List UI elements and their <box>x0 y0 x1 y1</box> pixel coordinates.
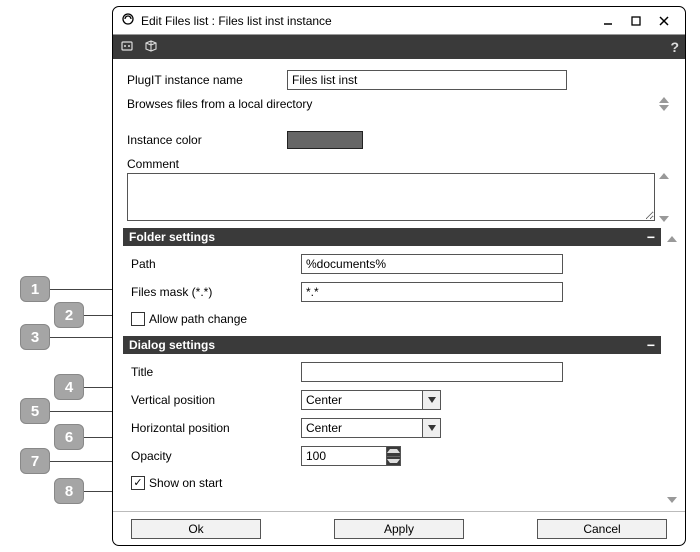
vertical-position-value: Center <box>306 393 342 407</box>
ok-button[interactable]: Ok <box>131 519 261 539</box>
path-label: Path <box>131 257 301 271</box>
titlebar[interactable]: Edit Files list : Files list inst instan… <box>113 7 685 35</box>
allow-path-change-label: Allow path change <box>149 312 247 326</box>
opacity-label: Opacity <box>131 449 301 463</box>
show-on-start-checkbox[interactable]: ✓ <box>131 476 145 490</box>
folder-settings-header[interactable]: Folder settings − <box>123 228 661 246</box>
collapse-icon[interactable]: − <box>647 229 655 245</box>
vertical-position-select[interactable]: Center <box>301 390 441 410</box>
folder-settings-title: Folder settings <box>129 230 647 244</box>
vertical-position-label: Vertical position <box>131 393 301 407</box>
panel-scroll-down-icon[interactable] <box>667 497 677 503</box>
folder-settings-panel: Path Files mask (*.*) Allow path change <box>123 246 661 336</box>
callout-8: 8 <box>54 478 84 504</box>
package-icon[interactable] <box>143 38 159 57</box>
callout-4: 4 <box>54 374 84 400</box>
comment-label: Comment <box>127 157 287 171</box>
maximize-button[interactable] <box>623 12 649 30</box>
comment-scroll-up-icon[interactable] <box>659 173 669 179</box>
path-input[interactable] <box>301 254 563 274</box>
callout-5: 5 <box>20 398 50 424</box>
callout-1: 1 <box>20 276 50 302</box>
robot-icon[interactable] <box>119 38 135 57</box>
dialog-settings-header[interactable]: Dialog settings − <box>123 336 661 354</box>
close-button[interactable] <box>651 12 677 30</box>
general-panel: PlugIT instance name Browses files from … <box>113 59 685 228</box>
chevron-down-icon <box>422 391 440 409</box>
plugit-name-input[interactable] <box>287 70 567 90</box>
desc-scroll-down-icon[interactable] <box>659 105 669 111</box>
instance-color-label: Instance color <box>127 133 287 147</box>
files-mask-input[interactable] <box>301 282 563 302</box>
opacity-spinner[interactable]: 100 <box>301 446 401 466</box>
show-on-start-label: Show on start <box>149 476 222 490</box>
desc-scroll-up-icon[interactable] <box>659 97 669 103</box>
minimize-button[interactable] <box>595 12 621 30</box>
instance-color-swatch[interactable] <box>287 131 363 149</box>
dialog-settings-title: Dialog settings <box>129 338 647 352</box>
plugit-description: Browses files from a local directory <box>127 97 651 111</box>
toolbar: ? <box>113 35 685 59</box>
cancel-button[interactable]: Cancel <box>537 519 667 539</box>
plugit-name-label: PlugIT instance name <box>127 73 287 87</box>
dialog-settings-panel: Title Vertical position Center Horizonta… <box>123 354 661 500</box>
help-icon[interactable]: ? <box>670 39 679 55</box>
opacity-value: 100 <box>302 449 386 463</box>
window-title: Edit Files list : Files list inst instan… <box>141 14 593 28</box>
allow-path-change-checkbox[interactable] <box>131 312 145 326</box>
app-icon <box>121 12 135 29</box>
files-mask-label: Files mask (*.*) <box>131 285 301 299</box>
dialog-window: Edit Files list : Files list inst instan… <box>112 6 686 546</box>
dialog-title-label: Title <box>131 365 301 379</box>
button-bar: Ok Apply Cancel <box>113 511 685 545</box>
horizontal-position-select[interactable]: Center <box>301 418 441 438</box>
horizontal-position-value: Center <box>306 421 342 435</box>
apply-button[interactable]: Apply <box>334 519 464 539</box>
collapse-icon[interactable]: − <box>647 337 655 353</box>
callout-6: 6 <box>54 424 84 450</box>
panel-scroll-up-icon[interactable] <box>667 236 677 242</box>
spinner-down-icon[interactable] <box>387 457 400 466</box>
comment-input[interactable] <box>127 173 655 221</box>
dialog-title-input[interactable] <box>301 362 563 382</box>
horizontal-position-label: Horizontal position <box>131 421 301 435</box>
chevron-down-icon <box>422 419 440 437</box>
spinner-up-icon[interactable] <box>387 447 400 457</box>
callout-3: 3 <box>20 324 50 350</box>
comment-scroll-down-icon[interactable] <box>659 216 669 222</box>
callout-7: 7 <box>20 448 50 474</box>
